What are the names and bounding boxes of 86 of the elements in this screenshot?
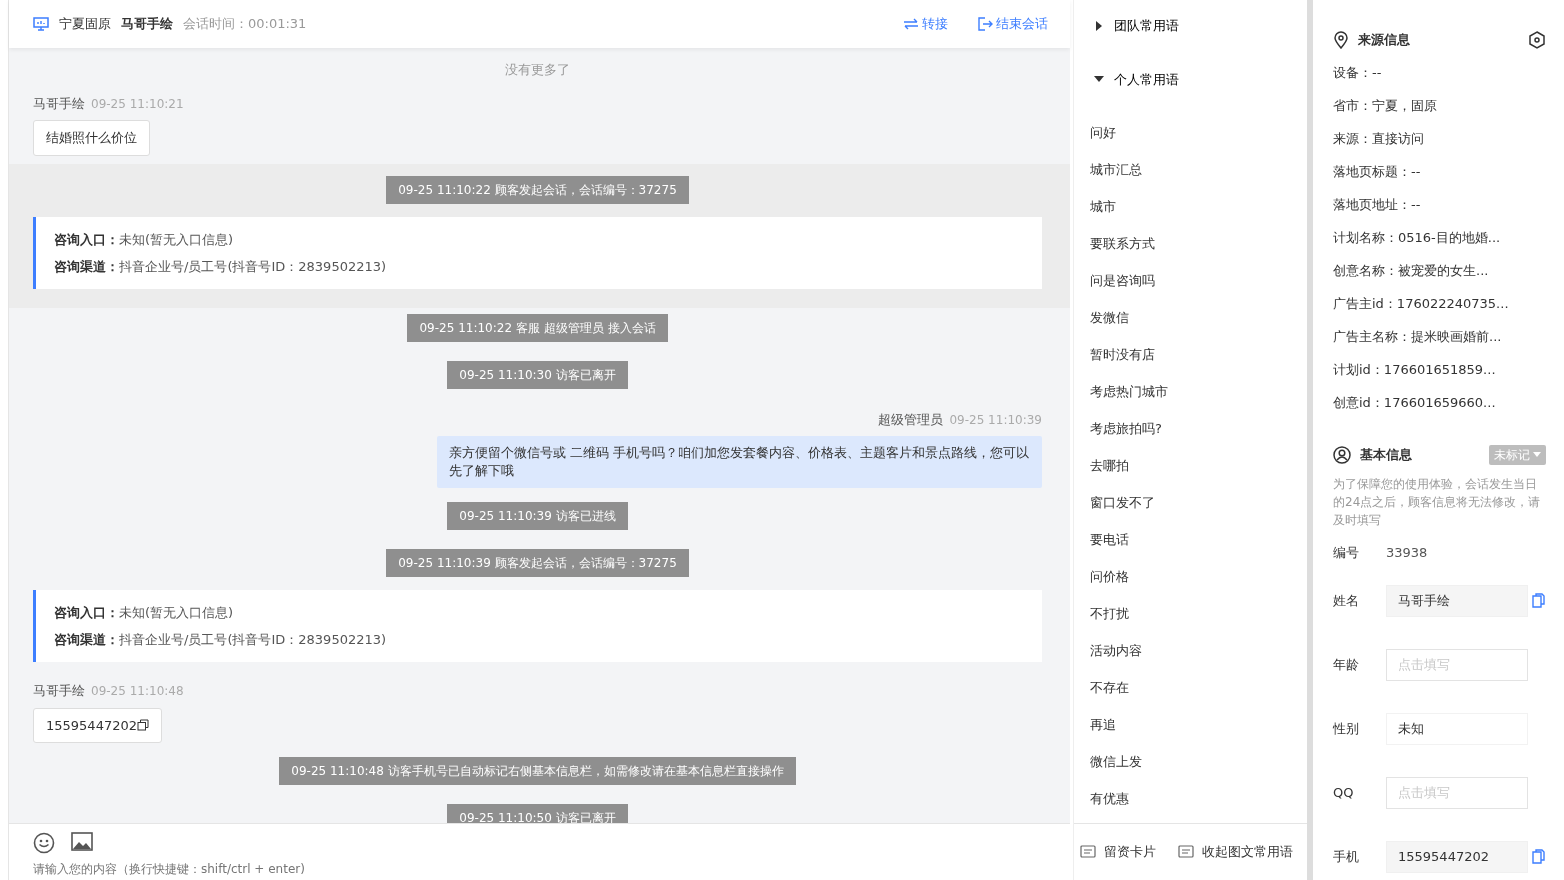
phrase-item[interactable]: 不打扰 — [1090, 595, 1129, 633]
system-notice: 09-25 11:10:22 客服 超级管理员 接入会话 — [407, 313, 668, 342]
phrase-item[interactable]: 活动内容 — [1090, 632, 1142, 670]
exit-icon — [978, 17, 993, 31]
sender-name: 超级管理员 — [878, 411, 944, 427]
caret-down-icon — [1533, 452, 1541, 458]
entry-line: 咨询渠道：抖音企业号/员工号(抖音号ID：2839502213) — [54, 257, 388, 276]
entry-line: 咨询入口：未知(暂无入口信息) — [54, 604, 235, 622]
phrase-footer-button[interactable]: 收起图文常用语 — [1172, 841, 1299, 863]
caret-right-icon — [1094, 20, 1104, 31]
phrase-group-toggle[interactable]: 团队常用语 — [1090, 8, 1183, 44]
phrase-item[interactable]: 不存在 — [1090, 669, 1129, 707]
source-info-row-text: 设备：-- — [1333, 63, 1383, 82]
field-label: 手机 — [1333, 847, 1360, 866]
user-icon — [1333, 445, 1351, 464]
input-field[interactable]: 马哥手绘 — [1386, 584, 1528, 617]
monitor-icon — [33, 17, 49, 31]
system-notice: 09-25 11:10:50 访客已离开 — [447, 804, 628, 823]
message-time: 09-25 11:10:21 — [91, 96, 184, 111]
field-value: 33938 — [1386, 543, 1428, 562]
visitor-message: 15595447202 — [33, 707, 162, 743]
session-duration: 会话时间：00:01:31 — [183, 15, 307, 34]
phrase-item[interactable]: 问价格 — [1090, 558, 1129, 596]
card-icon — [1080, 845, 1096, 859]
phrase-item[interactable]: 微信上发 — [1090, 743, 1142, 781]
entry-line: 咨询入口：未知(暂无入口信息) — [54, 230, 235, 249]
phrase-item[interactable]: 有优惠 — [1090, 780, 1129, 818]
sender-name: 马哥手绘 — [33, 95, 85, 111]
system-notice: 09-25 11:10:39 顾客发起会话，会话编号：37275 — [386, 549, 689, 577]
settings-icon[interactable] — [1528, 30, 1546, 49]
field-label: 姓名 — [1333, 591, 1360, 610]
source-info-row-text: 省市：宁夏，固原 — [1333, 96, 1438, 115]
phrase-item[interactable]: 去哪拍 — [1090, 447, 1129, 485]
phrase-item[interactable]: 考虑旅拍吗? — [1090, 410, 1162, 448]
info-notice: 为了保障您的使用体验，会话发生当日的24点之后，顾客信息将无法修改，请及时填写 — [1333, 475, 1542, 529]
phrase-item[interactable]: 要联系方式 — [1090, 225, 1155, 263]
entry-line: 咨询渠道：抖音企业号/员工号(抖音号ID：2839502213) — [54, 631, 388, 649]
source-info-row-text: 落地页标题：-- — [1333, 162, 1422, 181]
phrase-item[interactable]: 再追 — [1090, 706, 1116, 744]
no-more-text: 没有更多了 — [504, 61, 571, 79]
transfer-icon — [903, 18, 919, 30]
source-info-row-text: 创意id：176601659660... — [1333, 393, 1497, 412]
system-notice: 09-25 11:10:39 访客已进线 — [447, 502, 628, 530]
message-time: 09-25 11:10:48 — [91, 684, 184, 698]
source-info-row-text: 创意名称：被宠爱的女生... — [1333, 261, 1490, 280]
system-notice: 09-25 11:10:22 顾客发起会话，会话编号：37275 — [386, 175, 689, 204]
phrase-item[interactable]: 要电话 — [1090, 521, 1129, 559]
location-pin-icon — [1333, 30, 1349, 49]
phrase-item[interactable]: 发微信 — [1090, 299, 1129, 337]
phrase-item[interactable]: 问是咨询吗 — [1090, 262, 1155, 300]
agent-message: 亲方便留个微信号或 二维码 手机号吗？咱们加您发套餐内容、价格表、主题客片和景点路线，您可以先了解下哦 — [437, 436, 1042, 488]
phrase-item[interactable]: 问好 — [1090, 114, 1116, 152]
image-icon[interactable] — [71, 832, 93, 852]
copy-icon[interactable] — [137, 719, 149, 732]
input-field[interactable]: 未知 — [1386, 712, 1528, 745]
system-notice: 09-25 11:10:48 访客手机号已自动标记右侧基本信息栏，如需修改请在基本信息栏直接操作 — [279, 757, 796, 785]
input-field[interactable]: 15595447202 — [1386, 840, 1528, 873]
source-info-row-text: 计划id：176601651859... — [1333, 360, 1497, 379]
phrase-item[interactable]: 城市 — [1090, 188, 1116, 226]
end-session-button[interactable]: 结束会话 — [978, 14, 1048, 34]
source-info-row-text: 广告主id：176022240735... — [1333, 294, 1510, 313]
source-info-row-text: 落地页地址：-- — [1333, 195, 1422, 214]
phrase-item[interactable]: 城市汇总 — [1090, 151, 1142, 189]
source-info-row-text: 计划名称：0516-目的地婚... — [1333, 228, 1502, 247]
phrase-footer-button[interactable]: 留资卡片 — [1074, 841, 1162, 863]
field-label: 年龄 — [1333, 655, 1360, 674]
location-text: 宁夏固原 — [59, 15, 111, 34]
phrase-item[interactable]: 窗口发不了 — [1090, 484, 1155, 522]
transfer-button[interactable]: 转接 — [903, 14, 948, 34]
phrase-item[interactable]: 暂时没有店 — [1090, 336, 1155, 374]
phrase-group-toggle[interactable]: 个人常用语 — [1090, 61, 1183, 97]
source-info-row-text: 广告主名称：提米映画婚前... — [1333, 327, 1503, 346]
system-notice: 09-25 11:10:30 访客已离开 — [447, 360, 628, 389]
phrase-item[interactable]: 考虑热门城市 — [1090, 373, 1168, 411]
field-label: QQ — [1333, 783, 1355, 802]
source-info-row-text: 来源：直接访问 — [1333, 129, 1425, 148]
section-title: 基本信息 — [1360, 445, 1412, 464]
visitor-message: 结婚照什么价位 — [33, 120, 150, 156]
section-title: 来源信息 — [1358, 31, 1410, 49]
field-label: 性别 — [1333, 719, 1360, 738]
message-time: 09-25 11:10:39 — [949, 412, 1042, 427]
field-label: 编号 — [1333, 543, 1360, 562]
emoji-icon[interactable] — [33, 832, 55, 854]
visitor-name: 马哥手绘 — [121, 15, 173, 34]
card-icon — [1178, 845, 1194, 859]
sender-name: 马哥手绘 — [33, 683, 85, 698]
